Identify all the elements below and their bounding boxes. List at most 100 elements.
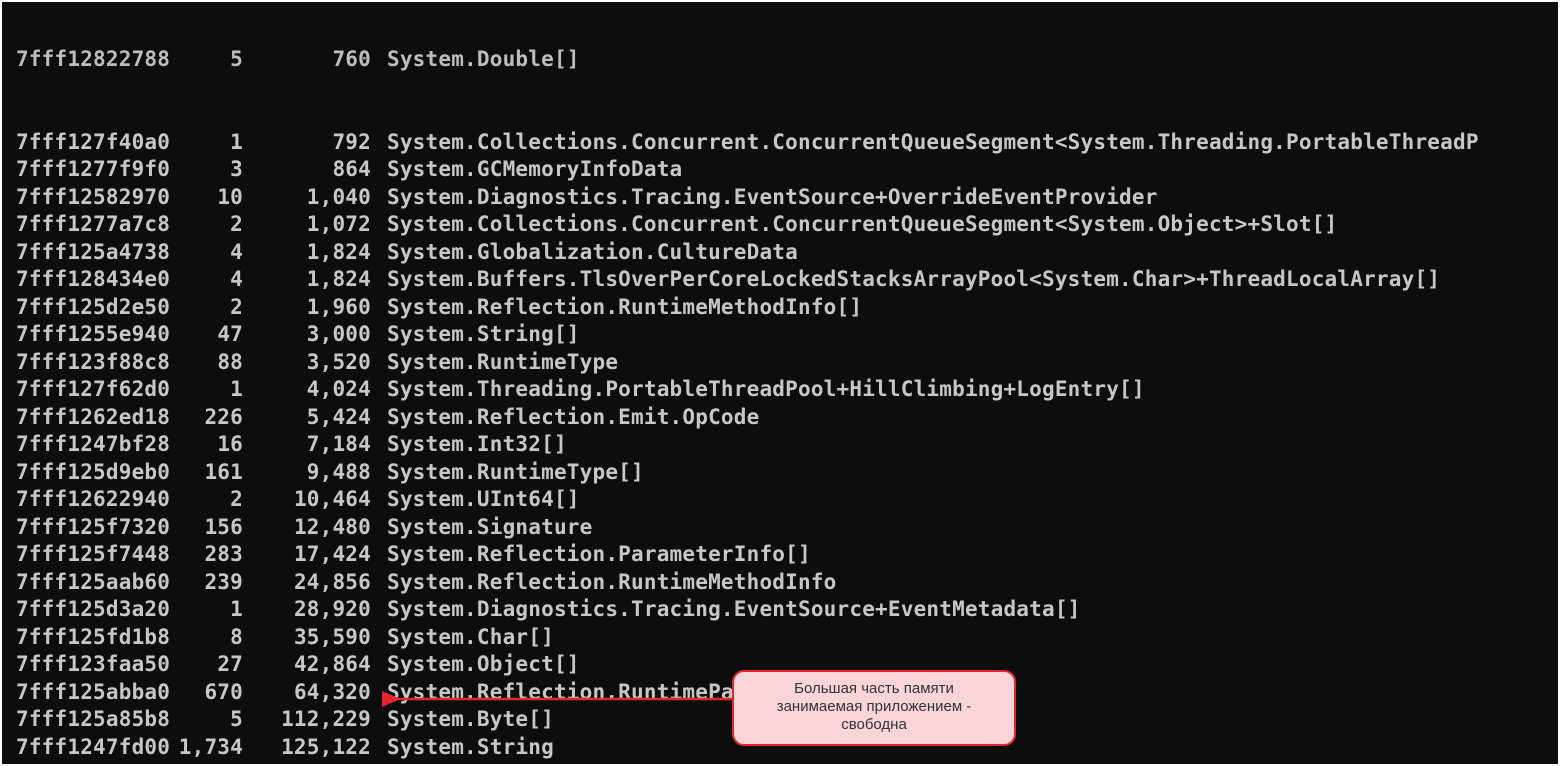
cell-size: 9,488 [243,459,371,487]
cell-class: System.RuntimeType [387,349,1558,377]
table-row: 7fff12622940210,464 System.UInt64[] [16,486,1558,514]
table-row: 7fff128434e041,824 System.Buffers.TlsOve… [16,266,1558,294]
cell-class: System.Diagnostics.Tracing.EventSource+E… [387,596,1558,624]
cell-size: 792 [243,129,371,157]
cell-size: 112,229 [243,706,371,734]
cell-mt: 7fff125d2e50 [16,294,171,322]
cell-count: 3 [171,156,243,184]
cell-class: System.Reflection.ParameterInfo[] [387,541,1558,569]
cell-size: 17,424 [243,541,371,569]
table-row: 7fff127f40a01792 System.Collections.Conc… [16,129,1558,157]
cell-size: 28,920 [243,596,371,624]
cell-mt: 7fff12622940 [16,486,171,514]
terminal-output: 7fff12822788 5 760 System.Double[] 7fff1… [2,2,1558,764]
cell-size: 1,455,568 [243,761,371,764]
table-row: 7fff1277a7c821,072 System.Collections.Co… [16,211,1558,239]
cell-count: 5 [171,46,243,74]
cell-class: System.Globalization.CultureData [387,239,1558,267]
cell-mt: 7fff1277f9f0 [16,156,171,184]
table-row: 7fff125fd1b8835,590 System.Char[] [16,624,1558,652]
cell-count: 10 [171,184,243,212]
cell-size: 1,040 [243,184,371,212]
table-row: 7fff12582970101,040 System.Diagnostics.T… [16,184,1558,212]
cell-class: System.Double[] [387,46,1558,74]
cell-count: 2 [171,486,243,514]
table-row: 7fff1277f9f03864 System.GCMemoryInfoData [16,156,1558,184]
cell-count: 1 [171,376,243,404]
cell-mt: 7fff1247bf28 [16,431,171,459]
cell-count: 161 [171,459,243,487]
cell-mt: 7fff1277a7c8 [16,211,171,239]
cell-mt: 7fff127f62d0 [16,376,171,404]
cell-mt: 7fff125aab60 [16,569,171,597]
cell-size: 35,590 [243,624,371,652]
cell-count: 1,734 [171,734,243,762]
cell-class: System.String[] [387,321,1558,349]
cell-count: 156 [171,514,243,542]
table-row: 7fff123f88c8883,520 System.RuntimeType [16,349,1558,377]
cell-class: System.RuntimeType[] [387,459,1558,487]
cell-mt: 7fff1255e940 [16,321,171,349]
annotation-callout: Большая часть памяти занимаемая приложен… [732,670,1016,746]
cell-mt: 7fff1247fd00 [16,734,171,762]
cell-class: Free [387,761,1558,764]
table-row: 7fff1247bf28167,184 System.Int32[] [16,431,1558,459]
table-row: 7fff1262ed182265,424 System.Reflection.E… [16,404,1558,432]
cell-mt: 7fff128434e0 [16,266,171,294]
cell-mt: 7fff1262ed18 [16,404,171,432]
cell-class: System.Collections.Concurrent.Concurrent… [387,129,1558,157]
table-row: 7fff125a473841,824 System.Globalization.… [16,239,1558,267]
cell-size: 42,864 [243,651,371,679]
cell-count: 1 [171,129,243,157]
cell-size: 1,960 [243,294,371,322]
cell-class: System.UInt64[] [387,486,1558,514]
callout-line: свободна [746,716,1002,734]
cell-size: 760 [243,46,371,74]
cell-size: 1,072 [243,211,371,239]
cell-size: 1,824 [243,239,371,267]
cell-mt: 7fff12822788 [16,46,171,74]
table-row: 7fff127f62d014,024 System.Threading.Port… [16,376,1558,404]
cell-count: 88 [171,349,243,377]
cell-size: 10,464 [243,486,371,514]
table-row: 7fff1255e940473,000 System.String[] [16,321,1558,349]
table-row: 7fff125aab6023924,856 System.Reflection.… [16,569,1558,597]
cell-count: 4 [171,266,243,294]
cell-mt: 7fff125fd1b8 [16,624,171,652]
table-row: 7fff125d3a20128,920 System.Diagnostics.T… [16,596,1558,624]
cell-mt: 7fff123f88c8 [16,349,171,377]
callout-line: Большая часть памяти [746,680,1002,698]
cell-count: 2 [171,294,243,322]
table-row: 7fff125d2e5021,960 System.Reflection.Run… [16,294,1558,322]
cell-class: System.Reflection.RuntimeMethodInfo [387,569,1558,597]
cell-size: 5,424 [243,404,371,432]
cell-class: System.Collections.Concurrent.Concurrent… [387,211,1558,239]
cell-class: System.Reflection.Emit.OpCode [387,404,1558,432]
cell-size: 3,000 [243,321,371,349]
cell-class: System.Buffers.TlsOverPerCoreLockedStack… [387,266,1558,294]
cell-count: 2 [171,211,243,239]
callout-line: занимаемая приложением - [746,698,1002,716]
cell-count: 5 [171,761,243,764]
cell-size: 64,320 [243,679,371,707]
cell-count: 670 [171,679,243,707]
cell-mt: 7fff123faa50 [16,651,171,679]
cell-mt: 7fff125f7448 [16,541,171,569]
table-row-partial: 7fff12822788 5 760 System.Double[] [16,46,1558,74]
cell-count: 47 [171,321,243,349]
cell-size: 12,480 [243,514,371,542]
cell-mt: 7fff125a4738 [16,239,171,267]
cell-count: 4 [171,239,243,267]
cell-size: 864 [243,156,371,184]
cell-count: 283 [171,541,243,569]
cell-size: 125,122 [243,734,371,762]
cell-count: 16 [171,431,243,459]
cell-class: System.Reflection.RuntimeMethodInfo[] [387,294,1558,322]
cell-mt: 7fff125abba0 [16,679,171,707]
cell-mt: 7fff12582970 [16,184,171,212]
cell-class: System.Int32[] [387,431,1558,459]
table-row: 7fff125f732015612,480 System.Signature [16,514,1558,542]
cell-mt: 023d5d467760 [16,761,171,764]
table-row: 023d5d46776051,455,568 Free [16,761,1558,764]
cell-class: System.Threading.PortableThreadPool+Hill… [387,376,1558,404]
